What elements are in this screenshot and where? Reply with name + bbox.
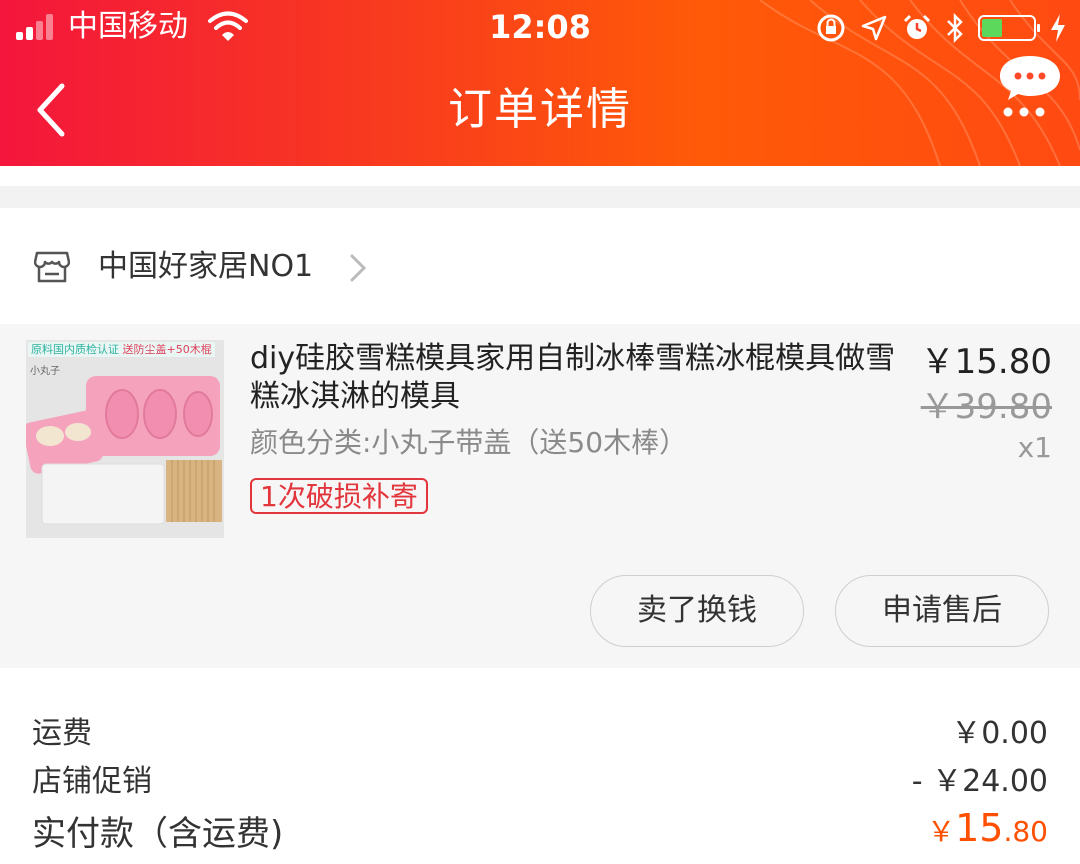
charging-bolt-icon: [1051, 14, 1065, 42]
shipping-value: ￥0.00: [951, 716, 1048, 751]
rotation-lock-icon: [817, 14, 845, 42]
product-title[interactable]: diy硅胶雪糕模具家用自制冰棒雪糕冰棍模具做雪糕冰淇淋的模具: [250, 340, 910, 416]
status-icons: [816, 8, 1066, 48]
shop-name[interactable]: 中国好家居NO1: [98, 246, 313, 288]
product-sku: 颜色分类:小丸子带盖（送50木棒）: [250, 426, 688, 459]
section-divider: [0, 186, 1080, 208]
after-sale-button[interactable]: 申请售后: [835, 575, 1049, 647]
promo-value: - ￥24.00: [911, 764, 1048, 799]
product-image-icon: [26, 376, 222, 525]
total-integer: 15: [955, 806, 1004, 850]
chat-bubble-more-icon[interactable]: [998, 54, 1062, 120]
product-quantity: x1: [1017, 431, 1052, 464]
total-decimal: .80: [1003, 815, 1048, 848]
total-currency: ￥: [927, 815, 956, 848]
sell-for-cash-button[interactable]: 卖了换钱: [590, 575, 804, 647]
total-value: ￥15.80: [927, 806, 1048, 855]
status-bar: 中国移动 12:08: [0, 0, 1080, 56]
shipping-label: 运费: [32, 716, 92, 751]
product-thumbnail[interactable]: 原料国内质检认证 送防尘盖+50木棍 小丸子: [26, 340, 224, 538]
page-title: 订单详情: [448, 84, 632, 135]
bluetooth-icon: [947, 13, 963, 43]
promo-label: 店铺促销: [32, 764, 152, 799]
total-paid-row: 实付款（含运费) ￥15.80: [32, 806, 1048, 855]
chevron-right-icon[interactable]: [348, 252, 368, 284]
app-header: 中国移动 12:08 订单详情: [0, 0, 1080, 166]
location-arrow-icon: [861, 15, 887, 41]
original-price: ￥39.80: [920, 387, 1052, 427]
product-price: ￥15.80: [920, 342, 1052, 382]
service-tag: 1次破损补寄: [250, 478, 428, 514]
alarm-icon: [903, 14, 931, 39]
total-label: 实付款（含运费): [32, 814, 284, 854]
shop-promo-row: 店铺促销 - ￥24.00: [32, 756, 1048, 800]
store-icon: [34, 251, 70, 283]
battery-icon: [978, 15, 1040, 41]
shipping-fee-row: 运费 ￥0.00: [32, 708, 1048, 752]
